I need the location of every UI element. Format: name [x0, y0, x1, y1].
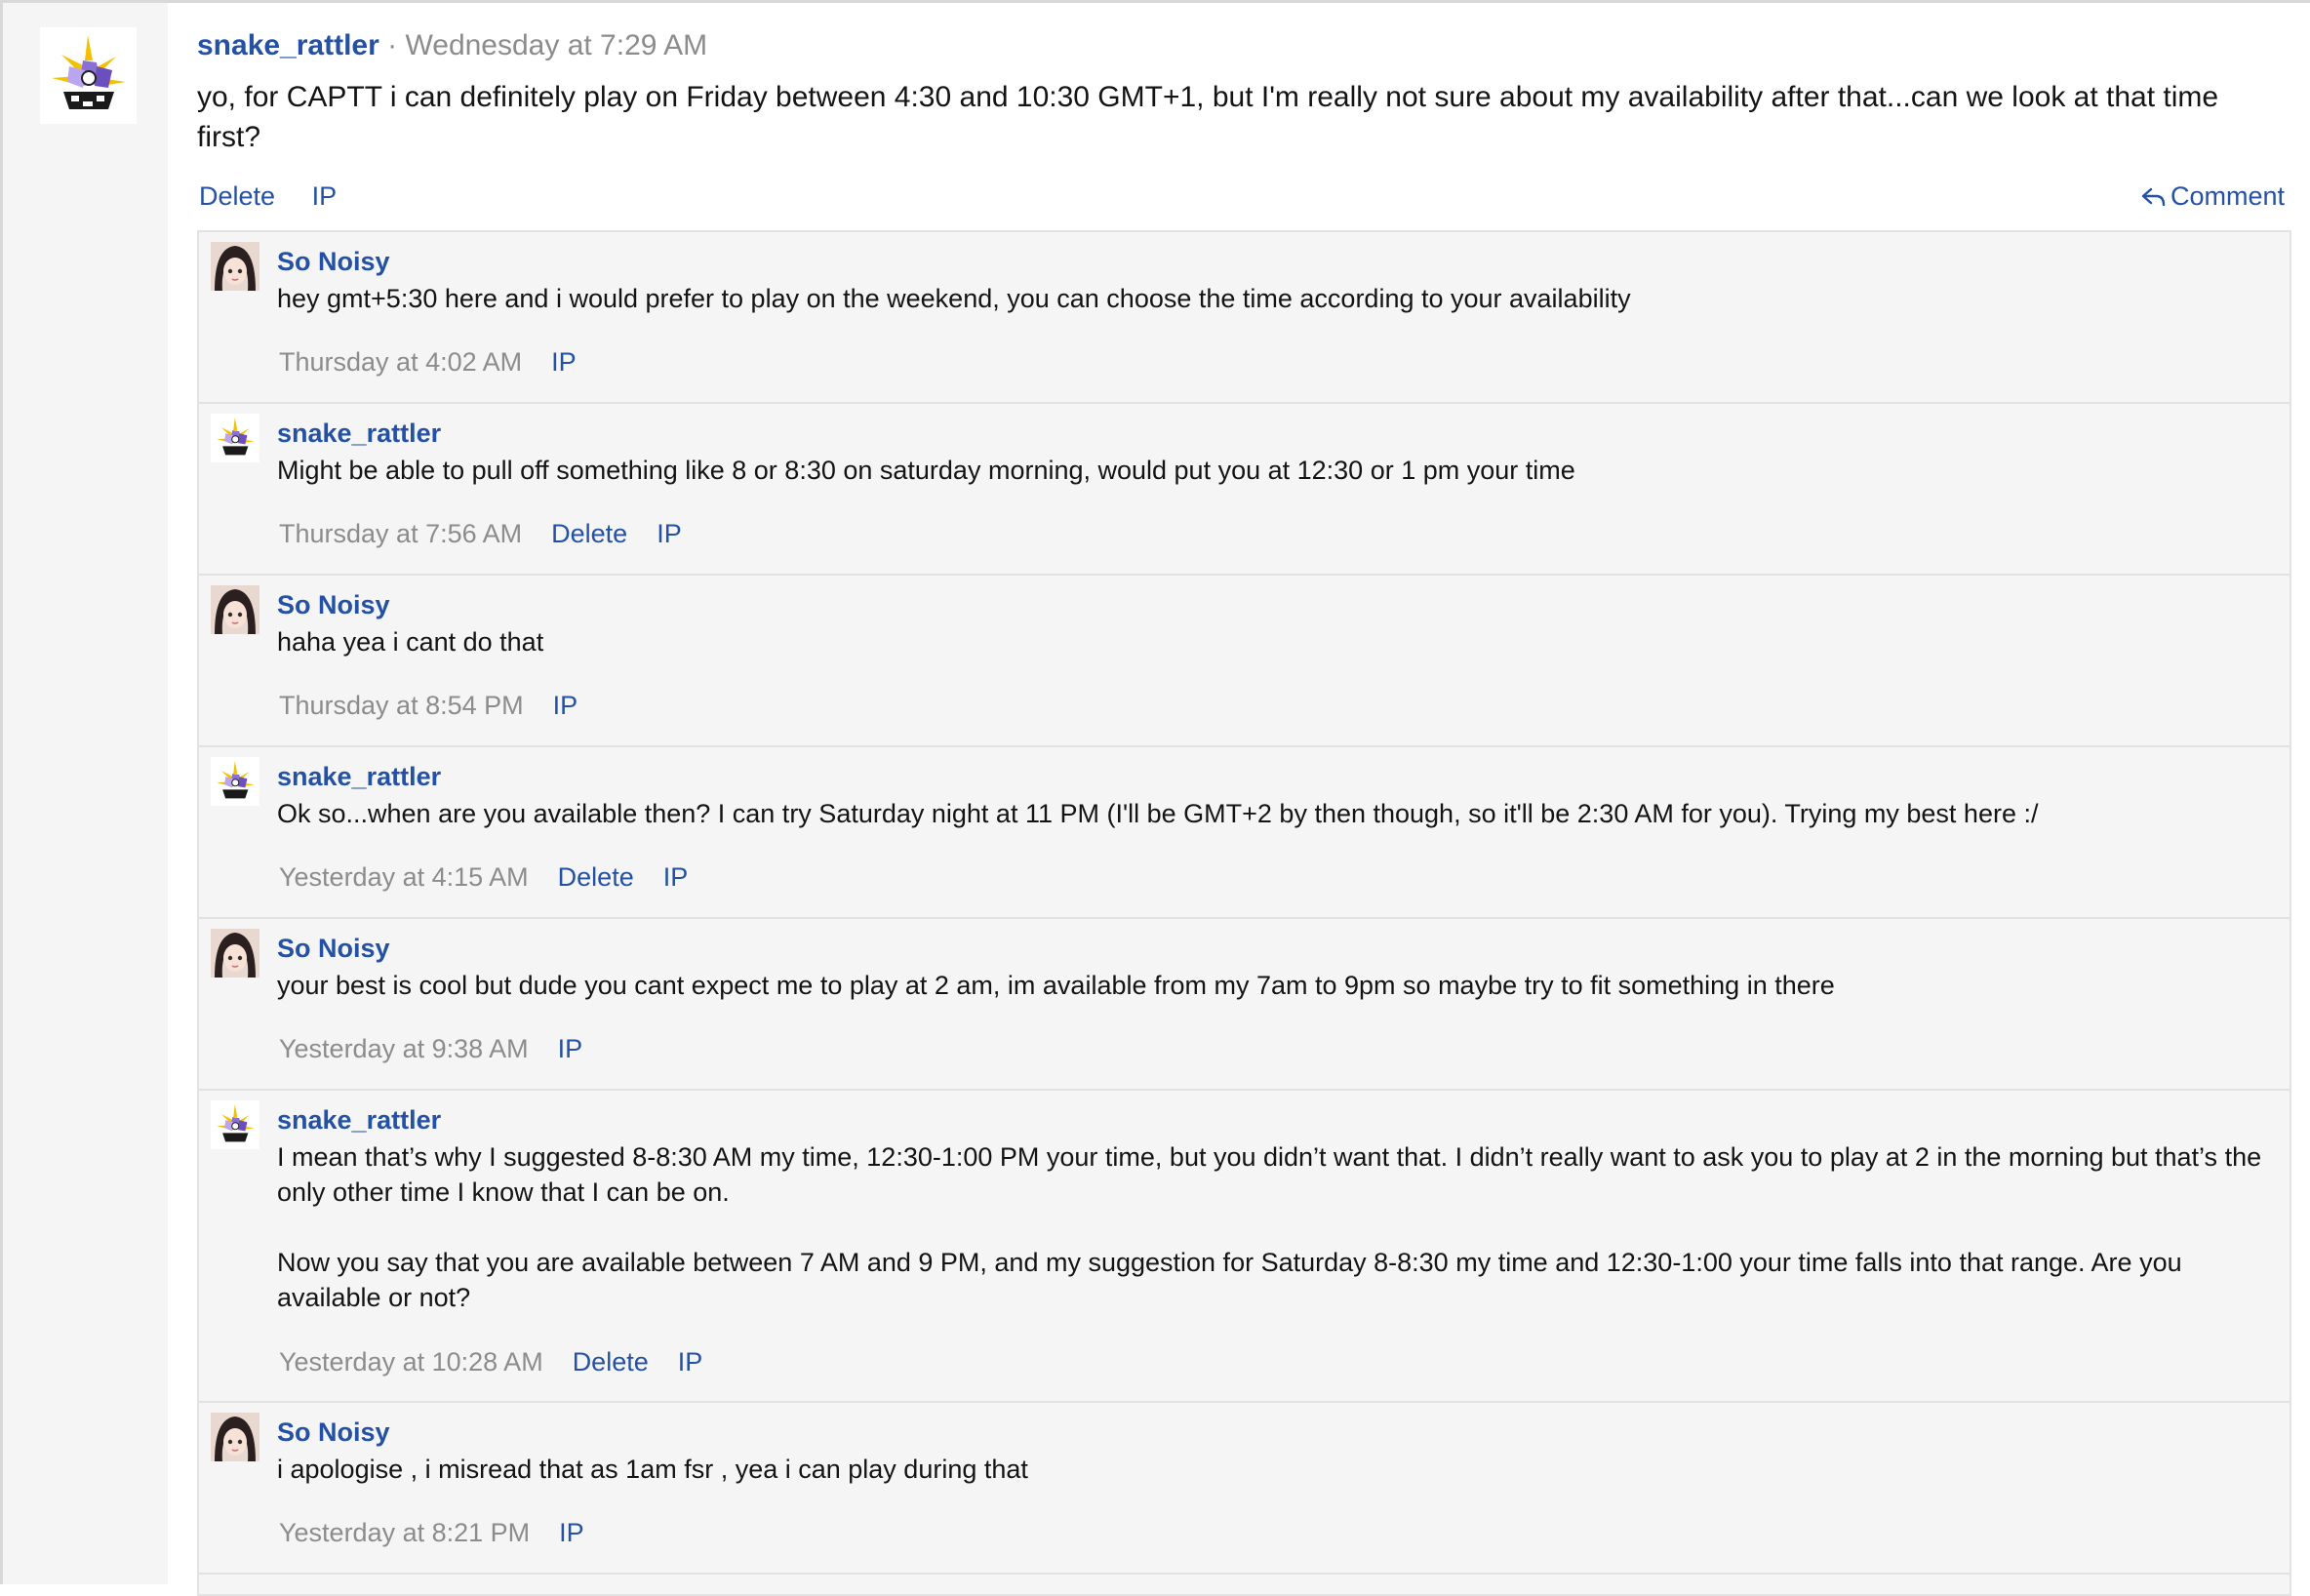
post-header: snake_rattler · Wednesday at 7:29 AM — [197, 28, 707, 63]
comment-author[interactable]: So Noisy — [277, 933, 390, 964]
anime-avatar[interactable] — [211, 1413, 259, 1461]
comment-meta: Yesterday at 4:15 AM Delete IP — [279, 861, 717, 893]
comment-meta: Thursday at 4:02 AM IP — [279, 346, 606, 378]
comment-timestamp[interactable]: Thursday at 8:54 PM — [279, 691, 524, 720]
anime-avatar[interactable] — [211, 585, 259, 634]
jester-avatar[interactable] — [211, 414, 259, 462]
post-text: yo, for CAPTT i can definitely play on F… — [197, 81, 2219, 153]
comment-ip-link[interactable]: IP — [663, 862, 689, 892]
comment-item: snake_rattler Might be able to pull off … — [199, 404, 2290, 576]
comment-text: hey gmt+5:30 here and i would prefer to … — [277, 281, 2267, 316]
comment-author[interactable]: snake_rattler — [277, 418, 441, 449]
comment-item: So Noisy hey gmt+5:30 here and i would p… — [199, 232, 2290, 404]
comment-paragraph: haha yea i cant do that — [277, 627, 544, 657]
comment-author[interactable]: So Noisy — [277, 246, 390, 277]
jester-avatar-large[interactable] — [40, 27, 137, 124]
comment-author[interactable]: snake_rattler — [277, 1104, 441, 1136]
comment-delete-link[interactable]: Delete — [573, 1347, 649, 1377]
comment-ip-link[interactable]: IP — [678, 1347, 703, 1377]
comment-ip-link[interactable]: IP — [558, 1034, 583, 1063]
comment-paragraph: Might be able to pull off something like… — [277, 456, 1575, 485]
comment-text: haha yea i cant do that — [277, 624, 2267, 659]
comment-paragraph: i apologise , i misread that as 1am fsr … — [277, 1455, 1028, 1484]
comment-meta: Thursday at 8:54 PM IP — [279, 690, 607, 721]
post-avatar-column — [3, 3, 168, 1584]
anime-avatar[interactable] — [211, 929, 259, 978]
comment-item: So Noisy i apologise , i misread that as… — [199, 1403, 2290, 1575]
comment-paragraph: hey gmt+5:30 here and i would prefer to … — [277, 284, 1631, 313]
comment-item: So Noisy haha yea i cant do that Thursda… — [199, 576, 2290, 747]
post-actions: Delete IP — [199, 179, 366, 214]
comment-text: Might be able to pull off something like… — [277, 453, 2267, 488]
comment-item: snake_rattler Ok so...when are you avail… — [199, 747, 2290, 919]
post-timestamp[interactable]: Wednesday at 7:29 AM — [405, 29, 707, 61]
comment-paragraph: Now you say that you are available betwe… — [277, 1248, 2182, 1312]
comment-author[interactable]: snake_rattler — [277, 761, 441, 792]
comment-timestamp[interactable]: Thursday at 4:02 AM — [279, 347, 522, 377]
comment-delete-link[interactable]: Delete — [551, 519, 627, 548]
comment-ip-link[interactable]: IP — [553, 691, 578, 720]
comment-author[interactable]: So Noisy — [277, 1416, 390, 1448]
comment-paragraph: Ok so...when are you available then? I c… — [277, 799, 2039, 828]
post-main: snake_rattler · Wednesday at 7:29 AM yo,… — [168, 3, 2310, 1596]
post-delete-link[interactable]: Delete — [199, 181, 275, 211]
jester-avatar[interactable] — [211, 1100, 259, 1149]
comment-ip-link[interactable]: IP — [559, 1518, 584, 1547]
reply-icon — [2141, 187, 2166, 207]
comment-timestamp[interactable]: Thursday at 7:56 AM — [279, 519, 522, 548]
comment-author[interactable]: So Noisy — [277, 589, 390, 620]
comment-text: your best is cool but dude you cant expe… — [277, 968, 2267, 1003]
comment-text: i apologise , i misread that as 1am fsr … — [277, 1452, 2267, 1487]
comment-meta: Yesterday at 9:38 AM IP — [279, 1033, 612, 1064]
comment-button-label: Comment — [2170, 181, 2285, 211]
comment-meta: Yesterday at 10:28 AM Delete IP — [279, 1346, 732, 1377]
jester-avatar[interactable] — [211, 757, 259, 806]
comment-meta: Yesterday at 8:21 PM IP — [279, 1517, 614, 1548]
comment-item: snake_rattler I mean that’s why I sugges… — [199, 1091, 2290, 1403]
comment-delete-link[interactable]: Delete — [558, 862, 634, 892]
comment-timestamp[interactable]: Yesterday at 4:15 AM — [279, 862, 529, 892]
comment-timestamp[interactable]: Yesterday at 8:21 PM — [279, 1518, 530, 1547]
comment-ip-link[interactable]: IP — [657, 519, 682, 548]
comment-paragraph: your best is cool but dude you cant expe… — [277, 971, 1835, 1000]
comment-paragraph: I mean that’s why I suggested 8-8:30 AM … — [277, 1142, 2262, 1207]
comment-list: So Noisy hey gmt+5:30 here and i would p… — [197, 230, 2291, 1596]
comment-timestamp[interactable]: Yesterday at 10:28 AM — [279, 1347, 543, 1377]
post-author[interactable]: snake_rattler — [197, 29, 379, 61]
anime-avatar[interactable] — [211, 242, 259, 291]
post-ip-link[interactable]: IP — [312, 181, 338, 211]
comment-timestamp[interactable]: Yesterday at 9:38 AM — [279, 1034, 529, 1063]
comment-text: I mean that’s why I suggested 8-8:30 AM … — [277, 1139, 2267, 1315]
comment-item: So Noisy your best is cool but dude you … — [199, 919, 2290, 1091]
comment-ip-link[interactable]: IP — [551, 347, 577, 377]
comment-text: Ok so...when are you available then? I c… — [277, 796, 2267, 831]
post-separator: · — [387, 29, 398, 61]
comment-meta: Thursday at 7:56 AM Delete IP — [279, 518, 711, 549]
comment-button[interactable]: Comment — [2141, 179, 2285, 214]
